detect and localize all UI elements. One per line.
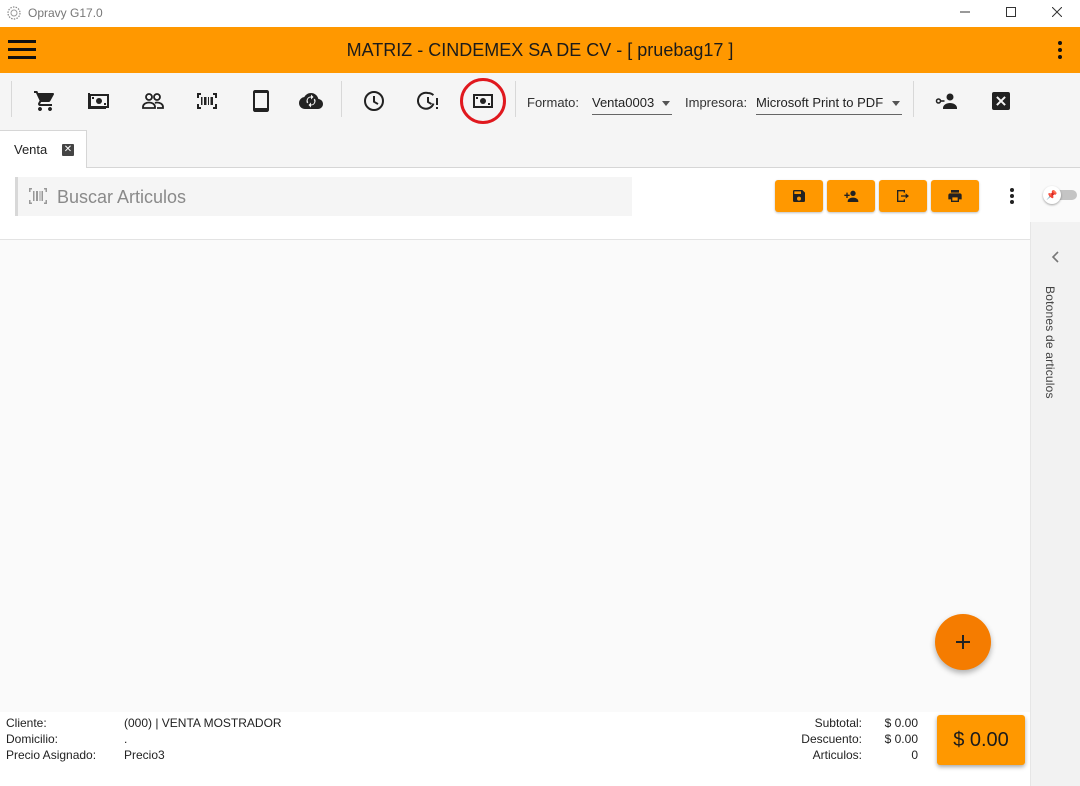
add-item-button[interactable] [935, 614, 991, 670]
plus-icon [956, 635, 970, 649]
precio-value: Precio3 [124, 748, 165, 762]
subtotal-label: Subtotal: [814, 716, 862, 730]
tab-bar: Venta ✕ [0, 130, 1080, 169]
customers-button[interactable] [139, 87, 167, 115]
formato-value: Venta0003 [592, 95, 655, 110]
printer-icon [948, 190, 962, 202]
toolbar-divider [515, 81, 516, 117]
user-login-button[interactable] [933, 87, 961, 115]
history-button[interactable] [360, 87, 388, 115]
cliente-label: Cliente: [6, 716, 47, 730]
barcode-icon [197, 93, 217, 109]
sales-cart-button[interactable] [31, 87, 59, 115]
toolbar-divider [913, 81, 914, 117]
descuento-label: Descuento: [801, 732, 862, 746]
highlight-circle [460, 78, 506, 124]
total-pay-button[interactable]: $ 0.00 [937, 715, 1025, 765]
print-button[interactable] [931, 180, 979, 212]
domicilio-label: Domicilio: [6, 732, 59, 746]
articulos-value: 0 [911, 748, 918, 762]
pin-icon: 📌 [1043, 186, 1061, 204]
window-titlebar: Opravy G17.0 [0, 0, 1080, 26]
minimize-button[interactable] [942, 0, 988, 24]
cash-button[interactable] [85, 87, 113, 115]
window-close-button[interactable] [1034, 0, 1080, 24]
formato-label: Formato: [527, 95, 580, 110]
window-title: Opravy G17.0 [28, 6, 103, 20]
precio-label: Precio Asignado: [6, 748, 97, 762]
articulos-label: Articulos: [812, 748, 862, 762]
pin-toggle[interactable]: 📌 [1043, 186, 1077, 204]
save-icon [793, 190, 805, 202]
clock-icon [364, 91, 384, 111]
descuento-value: $ 0.00 [884, 732, 918, 746]
more-vert-icon[interactable] [1052, 40, 1068, 60]
domicilio-value: . [124, 732, 128, 746]
chevron-down-icon [662, 101, 670, 106]
chevron-down-icon [892, 101, 900, 106]
pending-button[interactable] [414, 87, 442, 115]
toolbar-divider [11, 81, 12, 117]
cart-icon [34, 91, 55, 111]
sale-content-area [0, 168, 1080, 786]
close-tab-icon[interactable]: ✕ [62, 144, 74, 156]
close-box-icon [992, 92, 1010, 110]
impresora-select[interactable]: Microsoft Print to PDF [756, 91, 902, 115]
page-title: MATRIZ - CINDEMEX SA DE CV - [ pruebag17… [346, 40, 734, 60]
cloud-sync-button[interactable] [297, 87, 325, 115]
item-buttons-panel[interactable]: Botones de articulos [1030, 222, 1080, 786]
toolbar-divider [341, 81, 342, 117]
tab-venta[interactable]: Venta ✕ [0, 130, 87, 169]
app-logo-icon [7, 6, 21, 20]
close-session-button[interactable] [987, 87, 1015, 115]
exit-button[interactable] [879, 180, 927, 212]
more-options-icon[interactable] [1005, 187, 1019, 205]
exit-icon [897, 190, 909, 202]
save-button[interactable] [775, 180, 823, 212]
main-toolbar: Formato: Venta0003 Impresora: Microsoft … [0, 73, 1080, 130]
formato-select[interactable]: Venta0003 [592, 91, 672, 115]
users-icon [142, 93, 164, 109]
impresora-value: Microsoft Print to PDF [756, 95, 884, 110]
search-input[interactable] [57, 186, 617, 208]
subtotal-value: $ 0.00 [884, 716, 918, 730]
sale-footer: Cliente: (000) | VENTA MOSTRADOR Domicil… [0, 712, 1030, 786]
user-key-icon [935, 93, 957, 109]
impresora-label: Impresora: [685, 95, 748, 110]
maximize-button[interactable] [988, 0, 1034, 24]
cliente-value: (000) | VENTA MOSTRADOR [124, 716, 282, 730]
side-panel-label: Botones de articulos [1043, 286, 1057, 399]
tab-label: Venta [14, 142, 48, 157]
add-user-icon [844, 190, 859, 202]
maximize-icon [1006, 7, 1016, 17]
cloud-sync-icon [299, 93, 323, 109]
barcode-button[interactable] [193, 87, 221, 115]
tablet-button[interactable] [247, 87, 275, 115]
clock-alert-icon [417, 91, 438, 110]
chevron-left-icon[interactable] [1049, 250, 1063, 264]
tablet-icon [253, 90, 269, 112]
close-icon [1052, 7, 1062, 17]
app-header: MATRIZ - CINDEMEX SA DE CV - [ pruebag17… [0, 27, 1080, 73]
search-box [15, 177, 632, 216]
assign-client-button[interactable] [827, 180, 875, 212]
search-row: 📌 [0, 168, 1077, 240]
cash-icon [88, 93, 109, 109]
minimize-icon [960, 11, 970, 13]
barcode-scan-icon [29, 188, 47, 204]
